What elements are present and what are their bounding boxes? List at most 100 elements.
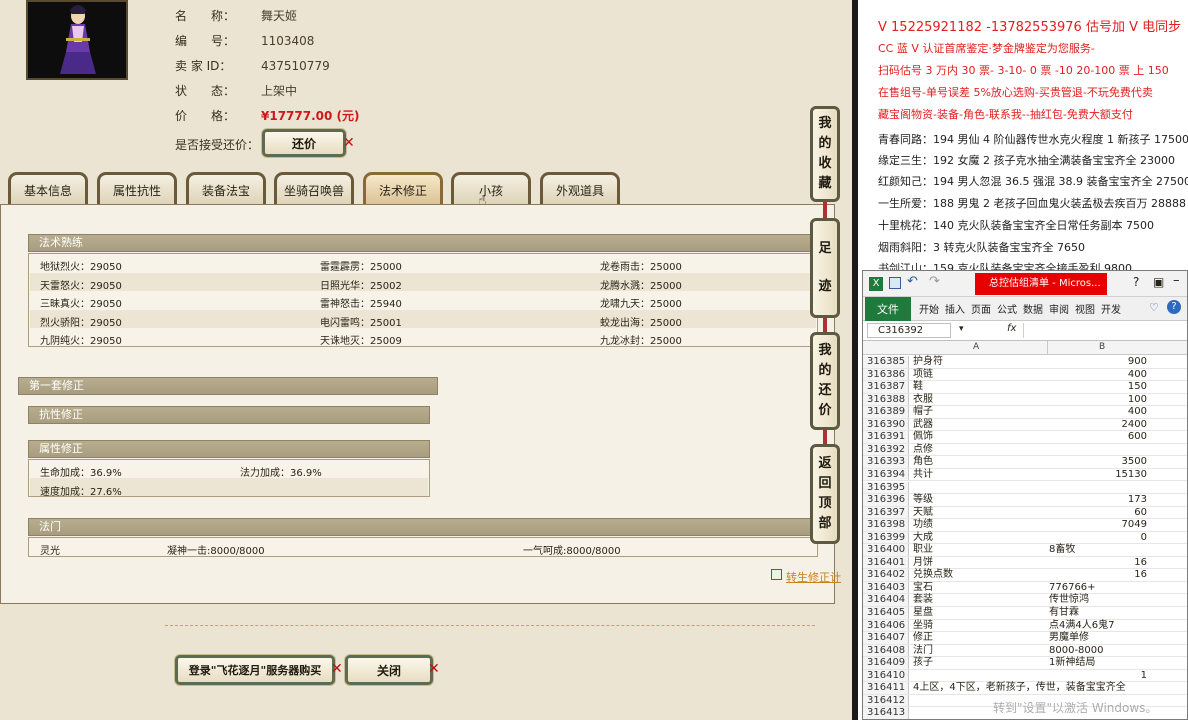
row-number[interactable]: 316398 <box>863 519 909 531</box>
cell-b[interactable]: 150 <box>1047 381 1153 394</box>
cell-a[interactable]: 帽子 <box>913 406 1047 419</box>
cell-b[interactable]: 点4满4人6鬼7 <box>1049 620 1114 633</box>
help-question-icon[interactable]: ? <box>1133 275 1139 289</box>
tab-developer[interactable]: 开发 <box>1101 301 1121 316</box>
excel-row[interactable]: 316401 月饼 16 <box>863 556 1187 570</box>
excel-row[interactable]: 316406 坐骑 点4满4人6鬼7 <box>863 619 1187 633</box>
cell-a[interactable]: 武器 <box>913 419 1047 432</box>
cell-a[interactable]: 法门 <box>913 645 1047 658</box>
row-number[interactable]: 316405 <box>863 607 909 619</box>
row-number[interactable]: 316389 <box>863 406 909 418</box>
tab-page[interactable]: 页面 <box>971 301 991 316</box>
close-button[interactable]: 关闭 <box>345 655 433 685</box>
row-number[interactable]: 316399 <box>863 531 909 544</box>
cell-b[interactable]: 7049 <box>1047 519 1153 532</box>
tab-insert[interactable]: 插入 <box>945 301 965 316</box>
row-number[interactable]: 316385 <box>863 356 909 368</box>
my-bargain-button[interactable]: 我的还价 <box>810 332 840 430</box>
excel-row[interactable]: 316403 宝石 776766+ <box>863 581 1187 595</box>
redo-icon[interactable]: ↷ <box>929 274 940 289</box>
row-number[interactable]: 316402 <box>863 569 909 581</box>
cell-b[interactable]: 1 <box>1047 670 1153 683</box>
ribbon-toggle-icon[interactable]: ▣ <box>1153 275 1164 289</box>
row-number[interactable]: 316409 <box>863 657 909 669</box>
row-number[interactable]: 316408 <box>863 644 909 657</box>
row-number[interactable]: 316396 <box>863 494 909 506</box>
row-number[interactable]: 316393 <box>863 456 909 468</box>
cell-a[interactable]: 天赋 <box>913 507 1047 520</box>
cell-b[interactable]: 1新神结局 <box>1049 657 1095 670</box>
cell-b[interactable]: 男魔单修 <box>1049 632 1089 645</box>
cell-b[interactable]: 2400 <box>1047 419 1153 432</box>
tab-equipment[interactable]: 装备法宝 <box>186 172 266 206</box>
cell-b[interactable]: 0 <box>1047 532 1153 545</box>
row-number[interactable]: 316403 <box>863 581 909 594</box>
cell-a[interactable]: 大成 <box>913 532 1047 545</box>
undo-icon[interactable]: ↶ <box>907 274 918 289</box>
name-dropdown-icon[interactable]: ▾ <box>959 324 964 334</box>
rebirth-correction-link[interactable]: 转生修正计 <box>786 569 841 585</box>
cell-a[interactable]: 坐骑 <box>913 620 1047 633</box>
excel-row[interactable]: 316388 衣服 100 <box>863 393 1187 407</box>
cell-a[interactable]: 修正 <box>913 632 1047 645</box>
cell-a[interactable]: 项链 <box>913 369 1047 382</box>
excel-row[interactable]: 316392 点修 <box>863 443 1187 457</box>
tab-child[interactable]: 小孩 <box>451 172 531 206</box>
excel-row[interactable]: 316389 帽子 400 <box>863 406 1187 419</box>
cell-a[interactable]: 鞋 <box>913 381 1047 394</box>
my-favorites-button[interactable]: 我的收藏 <box>810 106 840 202</box>
cell-b[interactable]: 400 <box>1047 406 1153 419</box>
tab-spell-correction[interactable]: 法术修正 <box>363 172 443 206</box>
footprint-button[interactable]: 足迹 <box>810 218 840 318</box>
excel-row[interactable]: 316387 鞋 150 <box>863 381 1187 394</box>
row-number[interactable]: 316395 <box>863 481 909 493</box>
excel-row[interactable]: 316386 项链 400 <box>863 368 1187 382</box>
row-number[interactable]: 316397 <box>863 506 909 519</box>
excel-row[interactable]: 316385 护身符 900 <box>863 356 1187 369</box>
row-number[interactable]: 316410 <box>863 669 909 682</box>
excel-row[interactable]: 316399 大成 0 <box>863 531 1187 545</box>
excel-row[interactable]: 316411 4上区，4下区，老新孩子，传世，装备宝宝齐全 <box>863 682 1187 695</box>
cell-a[interactable]: 4上区，4下区，老新孩子，传世，装备宝宝齐全 <box>913 682 1126 695</box>
row-number[interactable]: 316413 <box>863 707 909 719</box>
login-server-buy-button[interactable]: 登录"飞花逐月"服务器购买 <box>175 655 335 685</box>
excel-row[interactable]: 316400 职业 8畜牧 <box>863 544 1187 557</box>
cell-b[interactable]: 传世惊鸿 <box>1049 594 1089 607</box>
column-b-header[interactable]: B <box>1099 342 1105 352</box>
cell-a[interactable]: 套装 <box>913 594 1047 607</box>
cell-a[interactable]: 职业 <box>913 544 1047 557</box>
close-x-icon[interactable]: ✕ <box>343 135 355 151</box>
excel-row[interactable]: 316397 天赋 60 <box>863 506 1187 520</box>
row-number[interactable]: 316392 <box>863 443 909 456</box>
row-number[interactable]: 316386 <box>863 368 909 381</box>
row-number[interactable]: 316407 <box>863 632 909 644</box>
cell-b[interactable]: 173 <box>1047 494 1153 507</box>
excel-row[interactable]: 316390 武器 2400 <box>863 418 1187 432</box>
row-number[interactable]: 316388 <box>863 393 909 406</box>
bargain-button[interactable]: 还价 <box>262 129 346 157</box>
row-number[interactable]: 316404 <box>863 594 909 606</box>
excel-row[interactable]: 316409 孩子 1新神结局 <box>863 657 1187 670</box>
cell-b[interactable]: 776766+ <box>1049 582 1096 595</box>
cell-b[interactable]: 400 <box>1047 369 1153 382</box>
cell-b[interactable]: 3500 <box>1047 456 1153 469</box>
cell-b[interactable]: 8000-8000 <box>1049 645 1104 658</box>
row-number[interactable]: 316400 <box>863 544 909 556</box>
fx-icon[interactable]: fx <box>1007 323 1016 334</box>
login-x-icon[interactable]: ✕ <box>331 661 343 677</box>
cell-a[interactable]: 功绩 <box>913 519 1047 532</box>
cell-reference-box[interactable]: C316392 <box>867 323 951 338</box>
cell-a[interactable]: 衣服 <box>913 394 1047 407</box>
cell-b[interactable]: 16 <box>1047 557 1153 570</box>
cell-b[interactable]: 8畜牧 <box>1049 544 1075 557</box>
row-number[interactable]: 316391 <box>863 431 909 443</box>
excel-row[interactable]: 316404 套装 传世惊鸿 <box>863 594 1187 607</box>
formula-input[interactable] <box>1023 323 1187 338</box>
back-to-top-button[interactable]: 返回顶部 <box>810 444 840 544</box>
excel-row[interactable]: 316402 兑换点数 16 <box>863 569 1187 582</box>
row-number[interactable]: 316390 <box>863 418 909 431</box>
excel-row[interactable]: 316391 佩饰 600 <box>863 431 1187 444</box>
cell-a[interactable]: 等级 <box>913 494 1047 507</box>
save-icon[interactable] <box>889 277 901 289</box>
tab-home[interactable]: 开始 <box>919 301 939 316</box>
